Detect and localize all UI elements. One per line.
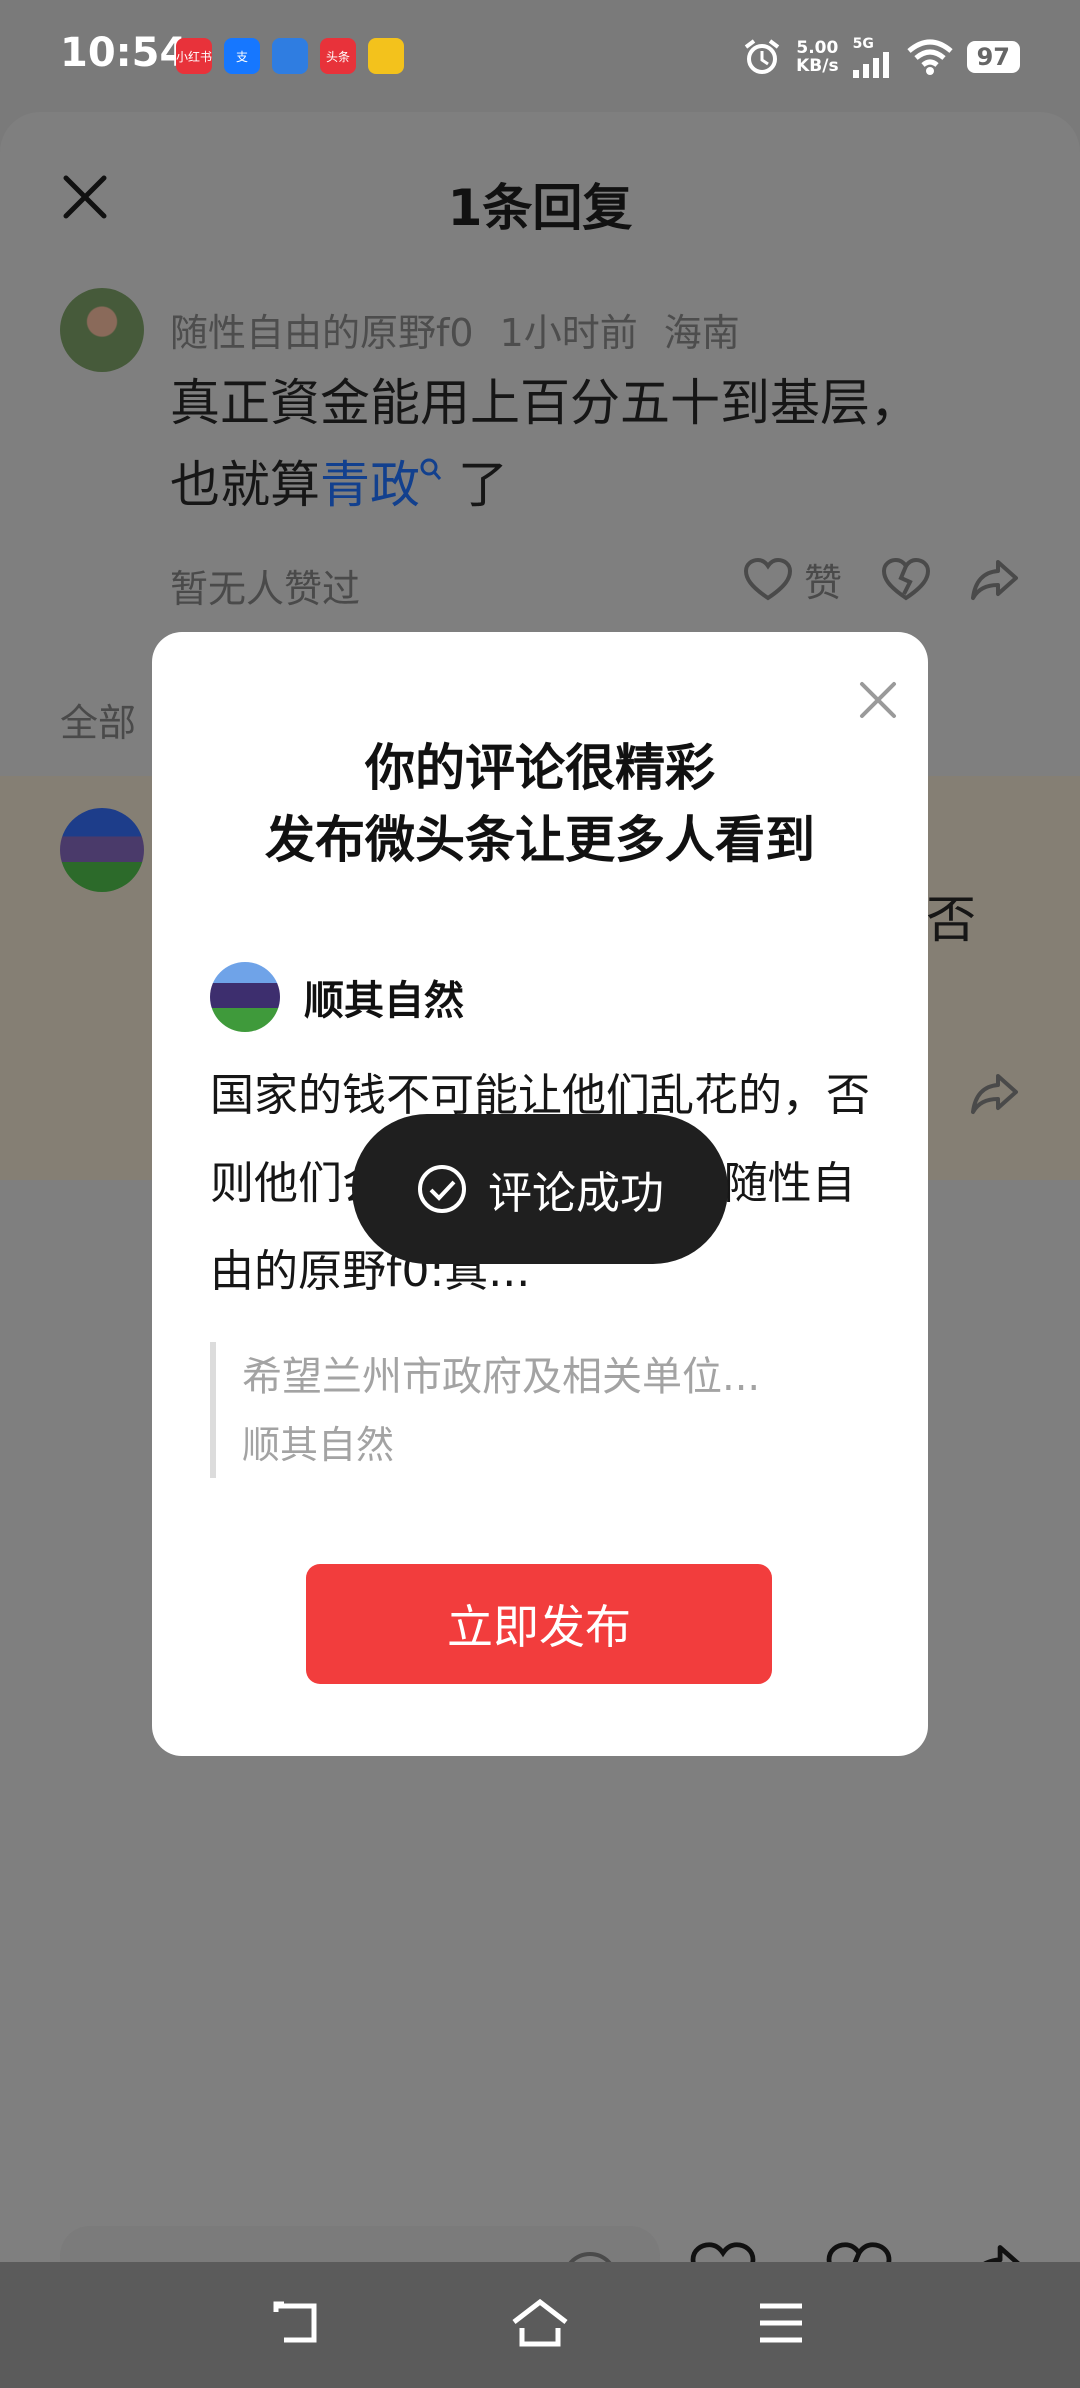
comment-meta: 随性自由的原野f0 1小时前 海南 xyxy=(170,302,740,357)
dislike-icon[interactable] xyxy=(882,557,930,602)
comment-text: 真正資金能用上百分五十到基层， 也就算青政 了 xyxy=(170,374,920,514)
share-icon[interactable] xyxy=(970,1072,1020,1116)
close-icon[interactable] xyxy=(858,680,898,720)
likes-text: 暂无人赞过 xyxy=(170,567,361,611)
success-toast: 评论成功 xyxy=(352,1114,728,1264)
signal-type: 5G xyxy=(852,36,874,52)
battery-indicator: 97 xyxy=(966,41,1020,73)
yellow-app-icon xyxy=(368,38,404,74)
dialog-title: 你的评论很精彩 发布微头条让更多人看到 xyxy=(265,739,815,869)
home-icon[interactable] xyxy=(510,2298,570,2348)
reply-avatar[interactable] xyxy=(60,808,144,892)
like-button[interactable]: 赞 xyxy=(743,552,842,607)
original-text: 希望兰州市政府及相关单位... xyxy=(242,1354,761,1400)
quote-username: 顺其自然 xyxy=(304,978,464,1024)
comment-location: 海南 xyxy=(663,311,740,355)
menu-icon[interactable] xyxy=(756,2298,806,2348)
quote-user: 顺其自然 xyxy=(210,962,464,1032)
share-icon[interactable] xyxy=(970,558,1020,602)
sheet-title: 1条回复 xyxy=(447,179,633,237)
avatar xyxy=(210,962,280,1032)
all-replies-label: 全部 xyxy=(60,701,137,745)
heart-icon xyxy=(743,557,792,600)
status-time: 10:54 xyxy=(60,30,188,76)
topic-link[interactable]: 青政 xyxy=(320,456,420,514)
check-circle-icon xyxy=(418,1165,466,1213)
avatar[interactable] xyxy=(60,288,144,372)
system-nav-bar xyxy=(0,2262,1080,2388)
alipay-app-icon: 支 xyxy=(224,38,260,74)
toutiao-app-icon: 头条 xyxy=(320,38,356,74)
comment-actions: 赞 xyxy=(743,552,1020,607)
quoted-original: 希望兰州市政府及相关单位... 顺其自然 xyxy=(210,1342,850,1478)
publish-now-button[interactable]: 立即发布 xyxy=(306,1564,772,1684)
wifi-icon xyxy=(906,39,953,75)
toast-text: 评论成功 xyxy=(488,1168,664,1219)
like-label: 赞 xyxy=(803,561,842,605)
blue-app-icon xyxy=(272,38,308,74)
status-bar: 10:54 小红书 支 头条 5.00 KB/s 5G 97 xyxy=(0,0,1080,112)
back-icon[interactable] xyxy=(270,2298,326,2348)
signal-icon xyxy=(852,52,889,78)
status-right: 5.00 KB/s 5G 97 xyxy=(742,36,1020,78)
comment-time: 1小时前 xyxy=(499,311,638,355)
alarm-icon xyxy=(744,39,780,74)
xiaohongshu-app-icon: 小红书 xyxy=(176,38,212,74)
net-speed: 5.00 KB/s xyxy=(796,38,839,76)
comment-author[interactable]: 随性自由的原野f0 xyxy=(170,302,474,357)
original-user: 顺其自然 xyxy=(242,1423,395,1467)
notification-icons: 小红书 支 头条 xyxy=(176,38,404,74)
partial-reply-text: 否 xyxy=(926,891,976,949)
search-icon xyxy=(420,458,442,480)
